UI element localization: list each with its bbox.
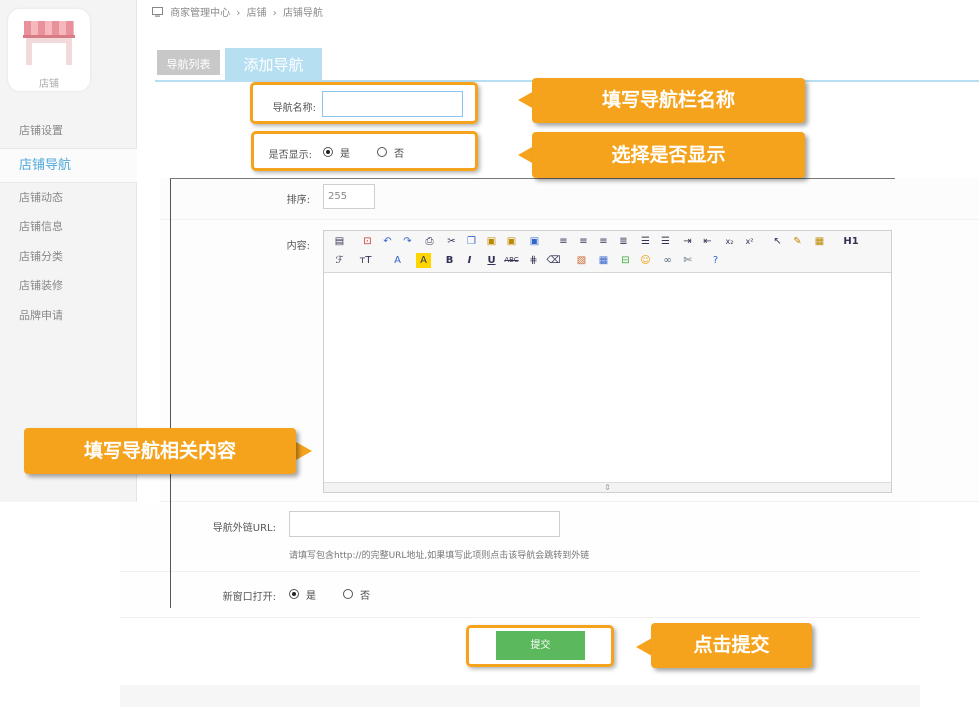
- paste-icon[interactable]: ▣: [484, 234, 499, 249]
- heading-icon[interactable]: H1: [838, 234, 864, 249]
- unlink-icon[interactable]: ✄: [680, 253, 695, 268]
- guide-line: [170, 178, 171, 608]
- clear-format-icon[interactable]: ✎: [790, 234, 805, 249]
- editor-toolbar: ▤ ⊡ ↶ ↷ ⎙ ✂ ❐ ▣ ▣ ▣ ≡ ≡ ≡ ≣ ☰ ☰ ⇥ ⇤ x₂ x…: [324, 231, 891, 273]
- table-icon[interactable]: ▦: [596, 253, 611, 268]
- callout-arrow: [636, 638, 652, 656]
- chevron-right-icon: ›: [236, 8, 241, 19]
- highlight-show: [251, 131, 478, 171]
- align-right-icon[interactable]: ≡: [596, 234, 611, 249]
- sort-label: 排序:: [286, 195, 310, 206]
- new-window-yes-label[interactable]: 是: [306, 587, 316, 602]
- redo-icon[interactable]: ↷: [400, 234, 415, 249]
- superscript-icon[interactable]: x²: [742, 234, 757, 249]
- tab-add-nav[interactable]: 添加导航: [225, 48, 322, 80]
- highlight-nav-name: [250, 82, 478, 124]
- sidebar-item-store-navigation[interactable]: 店铺导航: [0, 148, 137, 183]
- content-label: 内容:: [286, 241, 310, 252]
- store-logo-label: 店铺: [39, 79, 59, 90]
- font-size-icon[interactable]: ᴛT: [358, 253, 373, 268]
- tab-nav-list[interactable]: 导航列表: [155, 48, 222, 77]
- remove-format-icon[interactable]: ⌫: [546, 253, 561, 268]
- paste-word-icon[interactable]: ▣: [527, 234, 542, 249]
- callout-submit: 点击提交: [651, 623, 812, 668]
- font-color-icon[interactable]: A: [390, 253, 405, 268]
- sidebar-item-brand-apply[interactable]: 品牌申请: [0, 301, 137, 331]
- emoticon-icon[interactable]: ☺: [638, 253, 653, 268]
- breadcrumb-store[interactable]: 店铺: [247, 8, 267, 19]
- nav-url-hint: 请填写包含http://的完整URL地址,如果填写此项则点击该导航会跳转到外链: [289, 551, 590, 561]
- guide-line: [170, 178, 895, 179]
- sidebar-item-store-decoration[interactable]: 店铺装修: [0, 271, 137, 301]
- link-icon[interactable]: ∞: [660, 253, 675, 268]
- new-window-no-radio[interactable]: [343, 589, 353, 599]
- editor-body[interactable]: [324, 274, 891, 482]
- align-center-icon[interactable]: ≡: [576, 234, 591, 249]
- monitor-icon: [152, 7, 163, 17]
- underline-icon[interactable]: U: [484, 253, 499, 268]
- breadcrumb-home[interactable]: 商家管理中心: [170, 8, 230, 19]
- about-icon[interactable]: ?: [708, 253, 723, 268]
- sidebar-item-store-settings[interactable]: 店铺设置: [0, 116, 137, 146]
- cut-icon[interactable]: ✂: [444, 234, 459, 249]
- callout-arrow: [296, 442, 312, 460]
- justify-icon[interactable]: ≣: [616, 234, 631, 249]
- nav-url-label: 导航外链URL:: [212, 523, 276, 534]
- store-logo: 店铺: [8, 9, 90, 91]
- chevron-right-icon: ›: [272, 8, 277, 19]
- sidebar-item-store-category[interactable]: 店铺分类: [0, 242, 137, 272]
- outdent-icon[interactable]: ⇤: [700, 234, 715, 249]
- callout-nav-name: 填写导航栏名称: [532, 78, 805, 123]
- font-family-icon[interactable]: ℱ: [332, 253, 347, 268]
- sidebar-item-store-info[interactable]: 店铺信息: [0, 212, 137, 242]
- editor-resize-handle[interactable]: ⇕: [324, 482, 891, 492]
- align-left-icon[interactable]: ≡: [556, 234, 571, 249]
- image-icon[interactable]: ▧: [574, 253, 589, 268]
- nav-url-input[interactable]: [289, 511, 560, 537]
- sidebar: 店铺 店铺设置 店铺导航 店铺动态 店铺信息 店铺分类 店铺装修 品牌申请: [0, 0, 137, 502]
- indent-icon[interactable]: ⇥: [680, 234, 695, 249]
- hr-icon[interactable]: ⊟: [618, 253, 633, 268]
- copy-icon[interactable]: ❐: [464, 234, 479, 249]
- breadcrumb-current: 店铺导航: [282, 8, 323, 19]
- callout-show: 选择是否显示: [532, 132, 805, 178]
- footer-bar: [120, 685, 920, 707]
- unordered-list-icon[interactable]: ☰: [658, 234, 673, 249]
- italic-icon[interactable]: I: [462, 253, 477, 268]
- highlight-icon[interactable]: A: [416, 253, 431, 268]
- sidebar-item-store-news[interactable]: 店铺动态: [0, 183, 137, 213]
- new-window-yes-radio[interactable]: [289, 589, 299, 599]
- storefront-icon: [23, 21, 75, 65]
- callout-content: 填写导航相关内容: [24, 428, 296, 474]
- new-window-no-label[interactable]: 否: [360, 587, 370, 602]
- new-window-label: 新窗口打开:: [222, 592, 276, 603]
- select-all-icon[interactable]: ↖: [770, 234, 785, 249]
- paste-text-icon[interactable]: ▣: [504, 234, 519, 249]
- sort-input[interactable]: [323, 184, 375, 209]
- print-icon[interactable]: ⎙: [422, 234, 437, 249]
- undo-icon[interactable]: ↶: [380, 234, 395, 249]
- ordered-list-icon[interactable]: ☰: [638, 234, 653, 249]
- subscript-icon[interactable]: x₂: [722, 234, 737, 249]
- breadcrumb: 商家管理中心 › 店铺 › 店铺导航: [152, 5, 326, 23]
- highlight-submit: [466, 625, 614, 667]
- source-icon[interactable]: ▤: [332, 234, 347, 249]
- rich-text-editor[interactable]: ▤ ⊡ ↶ ↷ ⎙ ✂ ❐ ▣ ▣ ▣ ≡ ≡ ≡ ≣ ☰ ☰ ⇥ ⇤ x₂ x…: [323, 230, 892, 493]
- bold-icon[interactable]: B: [442, 253, 457, 268]
- line-height-icon[interactable]: ⋕: [526, 253, 541, 268]
- strikethrough-icon[interactable]: ABC: [504, 253, 519, 268]
- quick-format-icon[interactable]: ▦: [812, 234, 827, 249]
- preview-icon[interactable]: ⊡: [360, 234, 375, 249]
